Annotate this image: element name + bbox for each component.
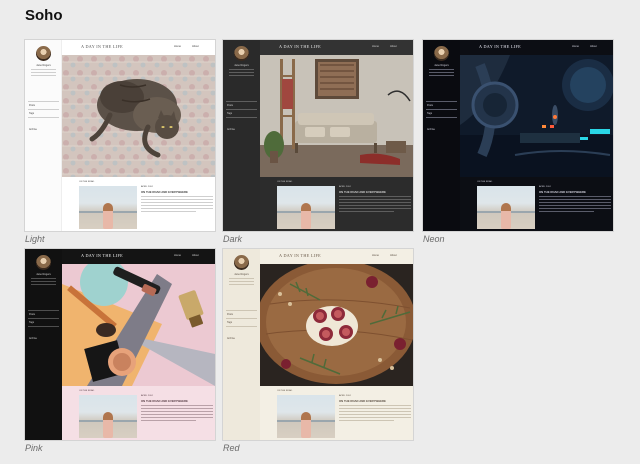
- post-date: APRIL 2024: [141, 395, 153, 397]
- avatar: [434, 46, 449, 61]
- blog-title: A DAY IN THE LIFE: [279, 44, 321, 49]
- nav-link-home[interactable]: Home: [372, 254, 379, 257]
- post-category: ON THE ROAD: [277, 181, 293, 183]
- post-title: ON THE ROAD AND EVERYWHERE: [339, 399, 386, 403]
- menu-item-posts[interactable]: Posts: [427, 104, 433, 107]
- post-thumbnail: [79, 395, 137, 438]
- menu-item-tags[interactable]: Tags: [29, 321, 34, 324]
- preview-sidebar: Jane Rogers Posts Tags Archive: [423, 40, 460, 231]
- menu-item-tags[interactable]: Tags: [227, 321, 232, 324]
- theme-preview[interactable]: Jane Rogers Posts Tags Archive A DAY IN …: [25, 249, 215, 440]
- menu-item-tags[interactable]: Tags: [29, 112, 34, 115]
- theme-preview[interactable]: Jane Rogers Posts Tags Archive A DAY IN …: [25, 40, 215, 231]
- post-preview[interactable]: ON THE ROAD APRIL 2024 ON THE ROAD AND E…: [260, 386, 413, 440]
- author-name: Jane Rogers: [434, 64, 449, 67]
- hero-image-cosmetics: [62, 264, 215, 386]
- avatar: [234, 46, 249, 61]
- post-category: ON THE ROAD: [277, 390, 293, 392]
- menu-item-posts[interactable]: Posts: [29, 313, 35, 316]
- theme-name-dark: Dark: [223, 234, 243, 244]
- theme-name-neon: Neon: [423, 234, 445, 244]
- menu-item-posts[interactable]: Posts: [29, 104, 35, 107]
- theme-card-light[interactable]: Jane Rogers Posts Tags Archive A DAY IN …: [25, 40, 215, 244]
- theme-preview[interactable]: Jane Rogers Posts Tags Archive A DAY IN …: [423, 40, 613, 231]
- menu-item-posts[interactable]: Posts: [227, 104, 233, 107]
- menu-item-tags[interactable]: Tags: [427, 112, 432, 115]
- theme-card-dark[interactable]: Jane Rogers Posts Tags Archive A DAY IN …: [223, 40, 413, 244]
- post-title: ON THE ROAD AND EVERYWHERE: [539, 190, 586, 194]
- hero-image-spaceship: [460, 55, 613, 177]
- post-category: ON THE ROAD: [477, 181, 493, 183]
- theme-name-red: Red: [223, 443, 240, 453]
- theme-preview[interactable]: Jane Rogers Posts Tags Archive A DAY IN …: [223, 249, 413, 440]
- blog-title: A DAY IN THE LIFE: [479, 44, 521, 49]
- avatar: [36, 46, 51, 61]
- menu-item-archive[interactable]: Archive: [29, 128, 37, 131]
- nav-link-about[interactable]: About: [390, 45, 397, 48]
- page-title: Soho: [25, 7, 63, 24]
- menu-item-tags[interactable]: Tags: [227, 112, 232, 115]
- menu-item-archive[interactable]: Archive: [29, 337, 37, 340]
- menu-item-posts[interactable]: Posts: [227, 313, 233, 316]
- nav-link-home[interactable]: Home: [174, 45, 181, 48]
- preview-sidebar: Jane Rogers Posts Tags Archive: [223, 40, 260, 231]
- blog-title: A DAY IN THE LIFE: [81, 44, 123, 49]
- menu-item-archive[interactable]: Archive: [427, 128, 435, 131]
- post-preview[interactable]: ON THE ROAD APRIL 2024 ON THE ROAD AND E…: [62, 177, 215, 231]
- post-category: ON THE ROAD: [79, 181, 95, 183]
- post-date: APRIL 2024: [539, 186, 551, 188]
- post-thumbnail: [477, 186, 535, 229]
- post-title: ON THE ROAD AND EVERYWHERE: [141, 399, 188, 403]
- theme-card-neon[interactable]: Jane Rogers Posts Tags Archive A DAY IN …: [423, 40, 613, 244]
- avatar: [234, 255, 249, 270]
- post-thumbnail: [277, 395, 335, 438]
- nav-link-about[interactable]: About: [390, 254, 397, 257]
- nav-link-home[interactable]: Home: [572, 45, 579, 48]
- author-name: Jane Rogers: [36, 273, 51, 276]
- nav-link-about[interactable]: About: [192, 254, 199, 257]
- theme-preview[interactable]: Jane Rogers Posts Tags Archive A DAY IN …: [223, 40, 413, 231]
- post-thumbnail: [79, 186, 137, 229]
- post-thumbnail: [277, 186, 335, 229]
- post-preview[interactable]: ON THE ROAD APRIL 2024 ON THE ROAD AND E…: [62, 386, 215, 440]
- hero-image-figs: [260, 264, 413, 386]
- hero-image-interior: [260, 55, 413, 177]
- theme-name-light: Light: [25, 234, 45, 244]
- preview-sidebar: Jane Rogers Posts Tags Archive: [25, 249, 62, 440]
- menu-item-archive[interactable]: Archive: [227, 128, 235, 131]
- blog-title: A DAY IN THE LIFE: [81, 253, 123, 258]
- author-name: Jane Rogers: [36, 64, 51, 67]
- post-date: APRIL 2024: [141, 186, 153, 188]
- nav-link-home[interactable]: Home: [372, 45, 379, 48]
- avatar: [36, 255, 51, 270]
- post-title: ON THE ROAD AND EVERYWHERE: [339, 190, 386, 194]
- post-category: ON THE ROAD: [79, 390, 95, 392]
- menu-item-archive[interactable]: Archive: [227, 337, 235, 340]
- preview-sidebar: Jane Rogers Posts Tags Archive: [223, 249, 260, 440]
- post-title: ON THE ROAD AND EVERYWHERE: [141, 190, 188, 194]
- hero-image-cat: [62, 55, 215, 177]
- theme-card-pink[interactable]: Jane Rogers Posts Tags Archive A DAY IN …: [25, 249, 215, 453]
- nav-link-home[interactable]: Home: [174, 254, 181, 257]
- post-date: APRIL 2024: [339, 186, 351, 188]
- blog-title: A DAY IN THE LIFE: [279, 253, 321, 258]
- preview-sidebar: Jane Rogers Posts Tags Archive: [25, 40, 62, 231]
- post-date: APRIL 2024: [339, 395, 351, 397]
- nav-link-about[interactable]: About: [590, 45, 597, 48]
- theme-card-red[interactable]: Jane Rogers Posts Tags Archive A DAY IN …: [223, 249, 413, 453]
- post-preview[interactable]: ON THE ROAD APRIL 2024 ON THE ROAD AND E…: [260, 177, 413, 231]
- post-preview[interactable]: ON THE ROAD APRIL 2024 ON THE ROAD AND E…: [460, 177, 613, 231]
- theme-name-pink: Pink: [25, 443, 43, 453]
- author-name: Jane Rogers: [234, 273, 249, 276]
- nav-link-about[interactable]: About: [192, 45, 199, 48]
- author-name: Jane Rogers: [234, 64, 249, 67]
